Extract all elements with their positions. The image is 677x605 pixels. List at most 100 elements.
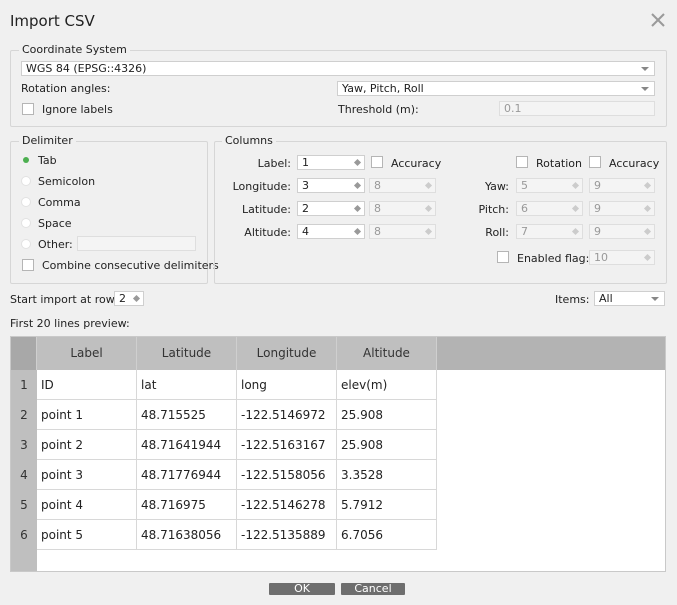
latitude-column-spinbox[interactable]: 2 — [297, 201, 365, 216]
pitch-label: Pitch: — [478, 203, 510, 216]
start-import-spinbox[interactable]: 2 — [114, 291, 144, 306]
table-cell[interactable]: ID — [37, 370, 137, 400]
longitude-accuracy-spinbox[interactable]: 8 — [369, 178, 436, 193]
pitch-accuracy-spinbox[interactable]: 9 — [589, 201, 655, 216]
table-cell[interactable]: -122.5158056 — [237, 460, 337, 490]
table-header-cell[interactable]: Label — [37, 337, 137, 370]
table-cell[interactable]: 3.3528 — [337, 460, 437, 490]
threshold-input[interactable]: 0.1 — [499, 101, 655, 116]
table-cell[interactable]: point 1 — [37, 400, 137, 430]
label-accuracy-checkbox[interactable] — [371, 156, 383, 168]
table-cell[interactable]: 6.7056 — [337, 520, 437, 550]
start-import-label: Start import at row: — [10, 293, 118, 306]
cancel-button[interactable]: Cancel — [341, 583, 405, 595]
row-number[interactable]: 2 — [11, 400, 37, 430]
yaw-spinbox[interactable]: 5 — [516, 178, 583, 193]
items-value: All — [599, 292, 613, 305]
row-header-filler — [11, 550, 37, 571]
row-number[interactable]: 6 — [11, 520, 37, 550]
table-cell[interactable]: 48.716975 — [137, 490, 237, 520]
start-import-value: 2 — [119, 292, 126, 305]
row-number[interactable]: 4 — [11, 460, 37, 490]
delimiter-comma-label: Comma — [38, 196, 81, 209]
ignore-labels-checkbox[interactable] — [22, 103, 34, 115]
roll-accuracy-spinbox[interactable]: 9 — [589, 224, 655, 239]
longitude-column-value: 3 — [302, 179, 309, 192]
ok-button[interactable]: OK — [269, 583, 335, 595]
rotation-accuracy-checkbox[interactable] — [589, 156, 601, 168]
table-header-cell[interactable]: Longitude — [237, 337, 337, 370]
coordinate-system-legend: Coordinate System — [19, 43, 130, 56]
table-header-cell[interactable]: Altitude — [337, 337, 437, 370]
table-cell[interactable]: point 4 — [37, 490, 137, 520]
pitch-spinbox[interactable]: 6 — [516, 201, 583, 216]
rotation-checkbox[interactable] — [516, 156, 528, 168]
table-header-cell[interactable]: Latitude — [137, 337, 237, 370]
rotation-accuracy-label: Accuracy — [609, 157, 660, 170]
latitude-column-value: 2 — [302, 202, 309, 215]
roll-spinbox[interactable]: 7 — [516, 224, 583, 239]
label-accuracy-label: Accuracy — [391, 157, 442, 170]
delimiter-tab-radio[interactable] — [21, 155, 31, 165]
longitude-accuracy-value: 8 — [374, 179, 381, 192]
row-number[interactable]: 1 — [11, 370, 37, 400]
threshold-value: 0.1 — [504, 102, 522, 115]
longitude-column-label: Longitude: — [232, 180, 291, 193]
spin-icon — [353, 158, 362, 167]
row-number[interactable]: 3 — [11, 430, 37, 460]
delimiter-other-label: Other: — [38, 238, 73, 251]
spin-icon — [643, 227, 652, 236]
table-cell[interactable]: -122.5163167 — [237, 430, 337, 460]
rotation-angles-label: Rotation angles: — [21, 82, 111, 95]
table-cell[interactable]: 48.71776944 — [137, 460, 237, 490]
spin-icon — [353, 204, 362, 213]
table-cell[interactable]: 25.908 — [337, 400, 437, 430]
spin-icon — [643, 204, 652, 213]
table-cell[interactable]: 48.71638056 — [137, 520, 237, 550]
table-cell[interactable]: -122.5146278 — [237, 490, 337, 520]
table-cell[interactable]: elev(m) — [337, 370, 437, 400]
chevron-down-icon — [651, 297, 659, 301]
rotation-angles-select[interactable]: Yaw, Pitch, Roll — [337, 81, 655, 96]
enabled-flag-value: 10 — [594, 251, 608, 264]
combine-delimiters-checkbox[interactable] — [22, 259, 34, 271]
table-cell[interactable]: -122.5146972 — [237, 400, 337, 430]
altitude-column-spinbox[interactable]: 4 — [297, 224, 365, 239]
spin-icon — [571, 204, 580, 213]
delimiter-other-input[interactable] — [77, 236, 196, 251]
latitude-accuracy-spinbox[interactable]: 8 — [369, 201, 436, 216]
longitude-column-spinbox[interactable]: 3 — [297, 178, 365, 193]
spin-icon — [353, 227, 362, 236]
close-icon[interactable] — [649, 11, 667, 29]
table-cell[interactable]: 5.7912 — [337, 490, 437, 520]
preview-table[interactable]: Label Latitude Longitude Altitude 1 ID lat… — [10, 336, 666, 572]
row-number[interactable]: 5 — [11, 490, 37, 520]
rotation-angles-value: Yaw, Pitch, Roll — [342, 82, 424, 95]
table-corner[interactable] — [11, 337, 37, 370]
delimiter-space-radio[interactable] — [21, 218, 31, 228]
coordinate-system-select[interactable]: WGS 84 (EPSG::4326) — [21, 61, 655, 76]
spin-icon — [424, 181, 433, 190]
table-cell[interactable]: lat — [137, 370, 237, 400]
items-select[interactable]: All — [594, 291, 665, 306]
ignore-labels-label: Ignore labels — [42, 103, 113, 116]
yaw-label: Yaw: — [484, 180, 509, 193]
yaw-accuracy-spinbox[interactable]: 9 — [589, 178, 655, 193]
table-cell[interactable]: point 3 — [37, 460, 137, 490]
altitude-accuracy-spinbox[interactable]: 8 — [369, 224, 436, 239]
table-cell[interactable]: 25.908 — [337, 430, 437, 460]
delimiter-comma-radio[interactable] — [21, 197, 31, 207]
table-cell[interactable]: point 2 — [37, 430, 137, 460]
label-column-label: Label: — [257, 157, 291, 170]
table-cell[interactable]: -122.5135889 — [237, 520, 337, 550]
delimiter-other-radio[interactable] — [21, 239, 31, 249]
enabled-flag-checkbox[interactable] — [497, 251, 509, 263]
delimiter-semicolon-radio[interactable] — [21, 176, 31, 186]
enabled-flag-spinbox[interactable]: 10 — [589, 250, 655, 265]
table-cell[interactable]: 48.715525 — [137, 400, 237, 430]
table-cell[interactable]: long — [237, 370, 337, 400]
delimiter-tab-label: Tab — [38, 154, 57, 167]
label-column-spinbox[interactable]: 1 — [297, 155, 365, 170]
table-cell[interactable]: point 5 — [37, 520, 137, 550]
table-cell[interactable]: 48.71641944 — [137, 430, 237, 460]
